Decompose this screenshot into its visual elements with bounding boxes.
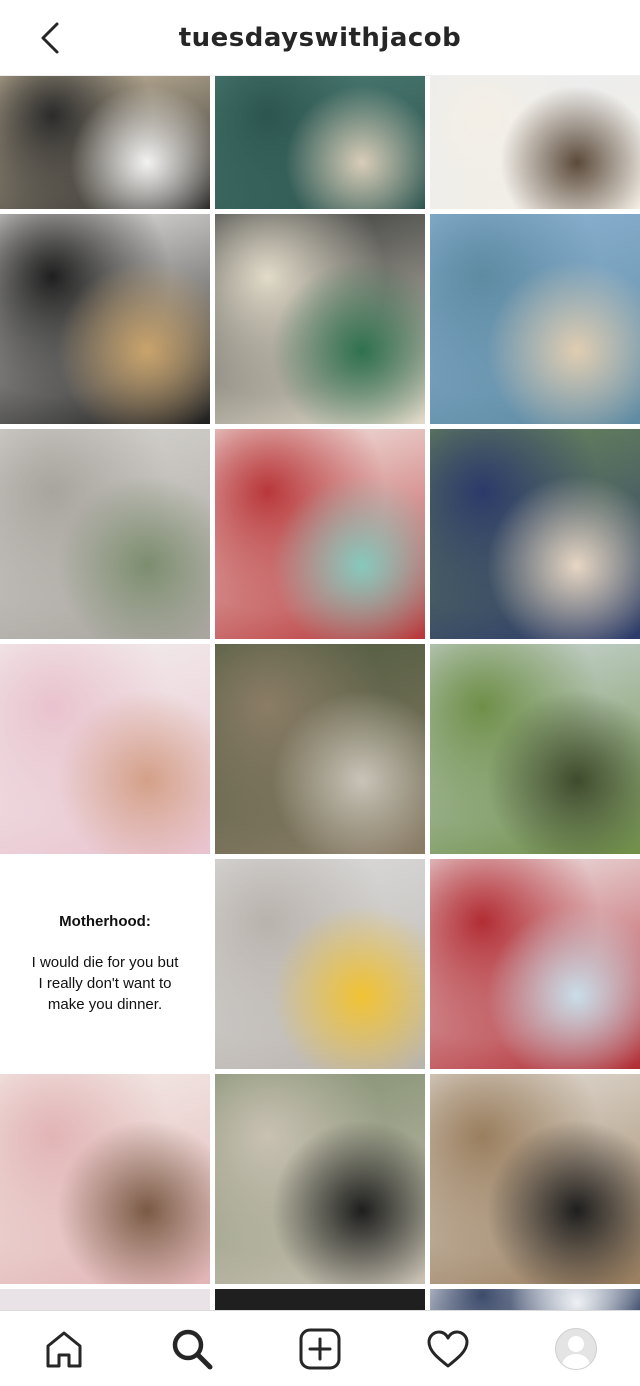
wizard-walk-photo[interactable] [215, 1074, 425, 1284]
sprinkle-cookies-photo[interactable] [0, 644, 210, 854]
wizard-kids-photo[interactable] [430, 1074, 640, 1284]
partial-photo-3[interactable] [430, 1289, 640, 1310]
nav-home-button[interactable] [34, 1319, 94, 1379]
nav-activity-button[interactable] [418, 1319, 478, 1379]
coffee-bag-photo[interactable] [215, 214, 425, 424]
new-post-icon [299, 1328, 341, 1369]
nav-new-post-button[interactable] [290, 1319, 350, 1379]
back-button[interactable] [30, 18, 70, 58]
quote-title: Motherhood: [59, 913, 151, 930]
user-silhouette-icon [561, 1335, 591, 1369]
profile-username: tuesdayswithjacob [178, 22, 462, 53]
profile-avatar [555, 1327, 597, 1370]
easter-basket-photo[interactable] [215, 429, 425, 639]
profile-header: tuesdayswithjacob [0, 0, 640, 76]
aquarium-photo[interactable] [215, 76, 425, 209]
quote-line: I would die for you but [31, 954, 179, 971]
posts-grid: Motherhood: I would die for you but I re… [0, 76, 640, 1310]
homework-boy-photo[interactable] [0, 1074, 210, 1284]
yesteryear-village-photo[interactable] [0, 429, 210, 639]
boardwalk-photo[interactable] [215, 644, 425, 854]
home-icon [46, 1331, 82, 1367]
quote-line: I really don't want to [38, 975, 172, 992]
pizza-shirt-boy-photo[interactable] [430, 429, 640, 639]
beach-table-photo[interactable] [430, 76, 640, 209]
nav-profile-button[interactable] [546, 1319, 606, 1379]
soccer-gear-photo[interactable] [0, 76, 210, 209]
bottom-navigation [0, 1310, 640, 1386]
partial-photo-1[interactable] [0, 1289, 210, 1310]
heart-icon [427, 1330, 469, 1367]
chevron-left-icon [41, 22, 59, 54]
motherhood-quote-tile[interactable]: Motherhood: I would die for you but I re… [0, 859, 210, 1069]
sunny-street-photo[interactable] [430, 644, 640, 854]
partial-photo-2[interactable] [215, 1289, 425, 1310]
quote-line: make you dinner. [47, 996, 163, 1013]
beach-splash-photo[interactable] [430, 214, 640, 424]
candy-catcher-photo[interactable] [0, 214, 210, 424]
search-icon [172, 1329, 213, 1369]
nav-search-button[interactable] [162, 1319, 222, 1379]
snow-boy-photo[interactable] [215, 859, 425, 1069]
shark-snack-photo[interactable] [430, 859, 640, 1069]
